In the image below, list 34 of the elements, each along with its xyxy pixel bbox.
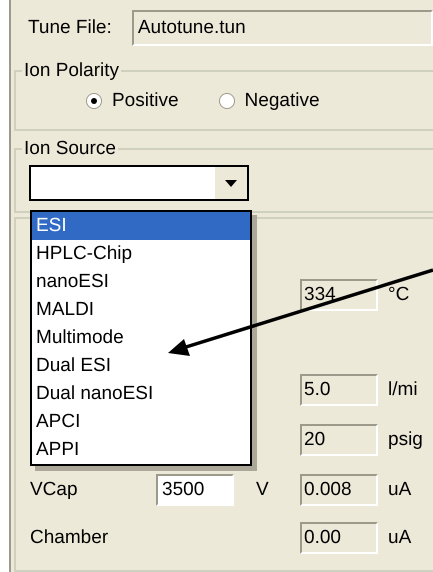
dropdown-option[interactable]: MALDI <box>32 296 250 324</box>
dropdown-option[interactable]: APPI <box>32 436 250 464</box>
reading-field: 5.0 <box>300 374 378 406</box>
unit-label: V <box>256 479 269 500</box>
radio-button[interactable] <box>86 93 102 110</box>
reading-field: 0.008 <box>300 474 378 506</box>
dropdown-option[interactable]: ESI <box>32 212 250 240</box>
ion-source-dropdown[interactable] <box>29 165 249 202</box>
dropdown-option[interactable]: nanoESI <box>32 268 250 296</box>
dropdown-button[interactable] <box>215 167 247 200</box>
reading-field: 20 <box>300 424 378 456</box>
dropdown-option[interactable]: Dual ESI <box>32 352 250 380</box>
radio-label[interactable]: Positive <box>112 87 179 116</box>
radio-label[interactable]: Negative <box>244 87 320 116</box>
unit-label: uA <box>388 526 412 550</box>
group-title: Ion Polarity <box>23 58 120 83</box>
reading-field: 0.00 <box>300 522 378 554</box>
dropdown-option[interactable]: Multimode <box>32 324 250 352</box>
radio-button[interactable] <box>218 93 235 110</box>
dropdown-option[interactable]: APCI <box>32 408 250 436</box>
caret-icon <box>225 180 237 187</box>
field-label: Tune File: <box>28 16 113 40</box>
unit-label: psig <box>388 428 423 452</box>
reading-field: 334 <box>300 279 378 311</box>
tune-file-field[interactable]: Autotune.tun <box>132 10 433 46</box>
row-label: VCap <box>30 479 78 500</box>
unit-label: °C <box>388 283 410 307</box>
dropdown-option[interactable]: HPLC-Chip <box>32 240 250 268</box>
dropdown-option[interactable]: Dual nanoESI <box>32 380 250 408</box>
row-label: Chamber <box>30 527 108 548</box>
unit-label: uA <box>388 478 412 502</box>
setpoint-input[interactable]: 3500 <box>156 474 234 506</box>
group-title: Ion Source <box>23 136 117 161</box>
unit-label: l/mi <box>388 378 418 402</box>
